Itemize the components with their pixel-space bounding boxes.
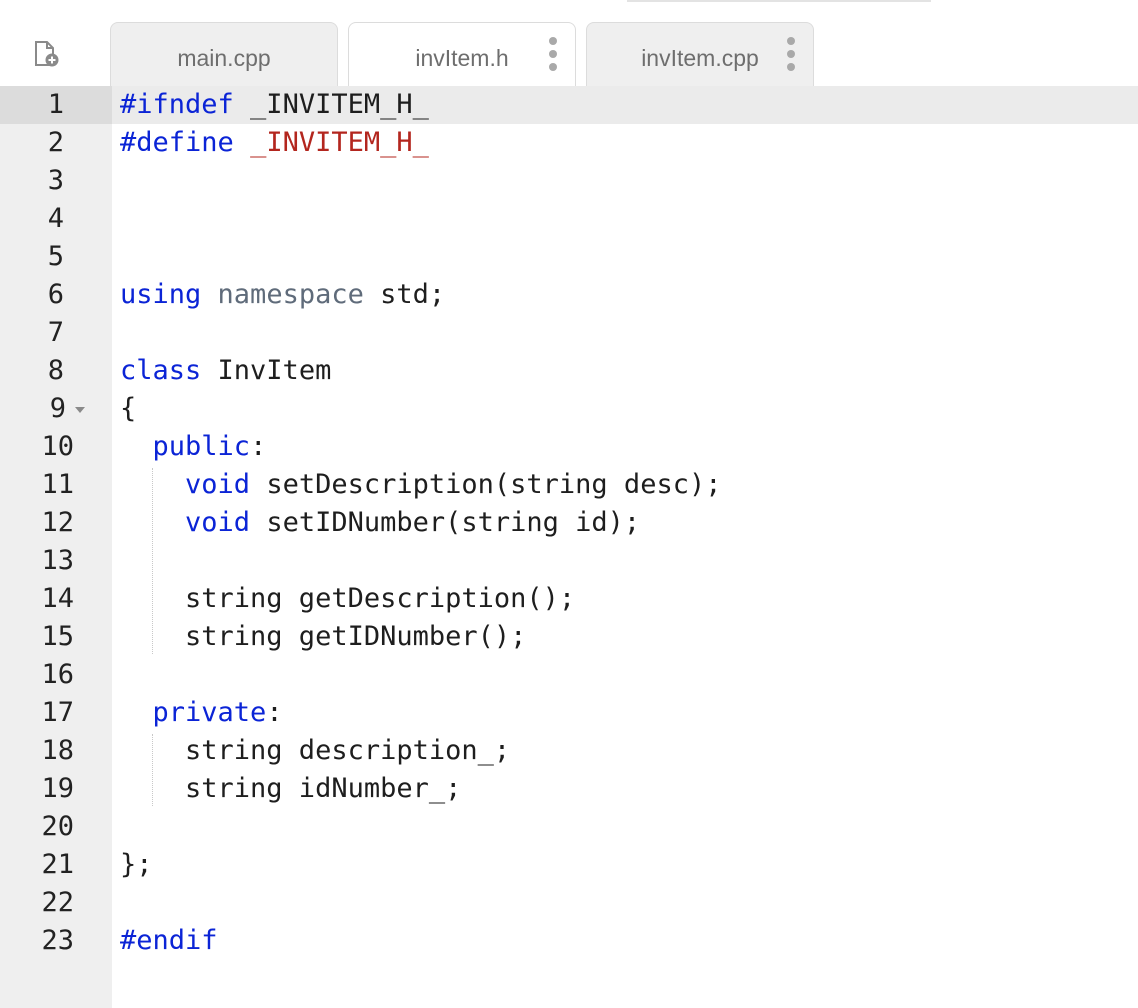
line-number: 18 [41, 735, 74, 766]
code-line: class InvItem [120, 352, 331, 390]
code-line: void setIDNumber(string id); [120, 504, 640, 542]
code-token: { [120, 393, 137, 424]
line-number: 11 [41, 469, 74, 500]
code-token: InvItem [201, 355, 332, 386]
tab-invitem-h[interactable]: invItem.h [348, 22, 576, 88]
code-token: : [250, 431, 267, 462]
code-token: void [185, 507, 251, 538]
tab-main-cpp[interactable]: main.cpp [110, 22, 338, 86]
code-line: #define _INVITEM_H_ [120, 124, 429, 162]
line-number: 10 [41, 431, 74, 462]
code-token: setIDNumber(string id); [250, 507, 641, 538]
code-token: namespace [217, 279, 364, 310]
line-number: 21 [41, 849, 74, 880]
code-editor[interactable]: 1 2 3 4 5 6 7 8 9 10 11 12 13 14 15 16 17 18 19 20 21 22 23 #if… [0, 86, 1138, 1008]
line-number: 20 [41, 811, 74, 842]
fold-toggle-icon[interactable] [75, 407, 85, 413]
new-file-icon [35, 41, 59, 67]
code-token: : [266, 697, 283, 728]
code-line: public: [120, 428, 267, 466]
tab-label: invItem.cpp [641, 45, 759, 71]
line-number: 22 [41, 887, 74, 918]
tab-bar: main.cpp invItem.h invItem.cpp [0, 0, 1138, 88]
tab-invitem-cpp[interactable]: invItem.cpp [586, 22, 814, 86]
tab-label: invItem.h [415, 45, 509, 71]
code-token: string getIDNumber(); [120, 621, 527, 652]
code-line: private: [120, 694, 283, 732]
code-line: string idNumber_; [120, 770, 461, 808]
code-token: _INVITEM_H_ [250, 127, 429, 158]
line-number: 13 [41, 545, 74, 576]
line-number: 3 [47, 165, 64, 196]
code-editor-app: main.cpp invItem.h invItem.cpp 123456789… [0, 0, 1138, 1008]
line-number: 5 [47, 241, 64, 272]
line-number: 4 [47, 203, 64, 234]
code-token: using [120, 279, 202, 310]
indent-guide [152, 734, 153, 806]
code-line: #endif [120, 922, 218, 960]
code-line: }; [120, 846, 153, 884]
line-number: 6 [47, 279, 64, 310]
new-file-button[interactable] [34, 40, 60, 68]
code-token: class [120, 355, 202, 386]
line-number: 8 [47, 355, 64, 386]
code-line: { [120, 390, 136, 428]
line-number: 16 [41, 659, 74, 690]
top-divider [627, 0, 931, 2]
code-line: void setDescription(string desc); [120, 466, 721, 504]
code-token: void [185, 469, 251, 500]
line-number: 9 [49, 393, 66, 424]
tab-menu-button[interactable] [546, 37, 560, 73]
tab-menu-button[interactable] [784, 37, 798, 73]
code-line: string getDescription(); [120, 580, 575, 618]
code-token: string idNumber_; [120, 773, 462, 804]
line-number: 2 [47, 127, 64, 158]
code-token: }; [120, 849, 153, 880]
code-token: #endif [120, 925, 218, 956]
tab-label: main.cpp [177, 45, 271, 71]
code-token: private [152, 697, 267, 728]
code-line: using namespace std; [120, 276, 445, 314]
line-number: 1 [47, 89, 64, 120]
code-token: #define [120, 127, 234, 158]
code-token: setDescription(string desc); [250, 469, 722, 500]
code-token: string description_; [120, 735, 511, 766]
code-token: string getDescription(); [120, 583, 576, 614]
code-line: #ifndef _INVITEM_H_ [120, 86, 429, 124]
indent-guide [152, 468, 153, 654]
line-number: 17 [41, 697, 74, 728]
code-token: std; [363, 279, 446, 310]
code-line: string getIDNumber(); [120, 618, 526, 656]
line-number: 19 [41, 773, 74, 804]
line-number: 23 [41, 925, 74, 956]
line-number: 12 [41, 507, 74, 538]
line-number: 15 [41, 621, 74, 652]
line-number: 14 [41, 583, 74, 614]
code-line: string description_; [120, 732, 510, 770]
code-token: public [152, 431, 251, 462]
code-token: _INVITEM_H_ [233, 89, 429, 120]
line-number: 7 [47, 317, 64, 348]
code-token: #ifndef [120, 89, 234, 120]
